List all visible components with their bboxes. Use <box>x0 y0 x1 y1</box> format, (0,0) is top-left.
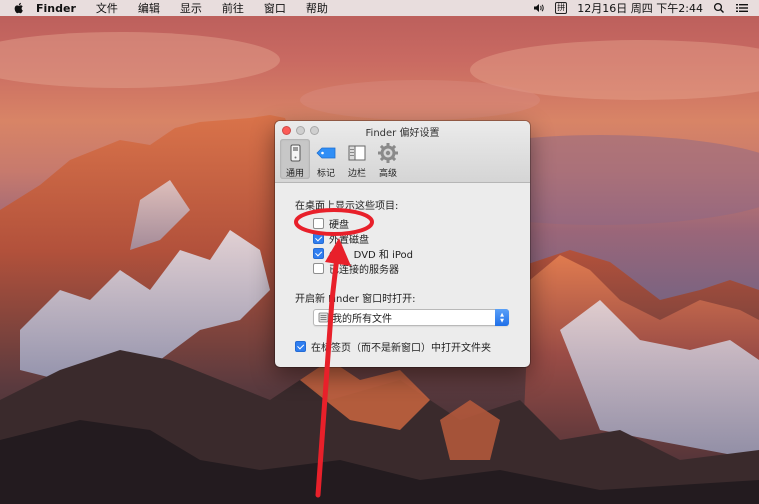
external-disks-checkbox[interactable] <box>313 233 324 244</box>
desktop-items-label: 在桌面上显示这些项目: <box>295 201 399 212</box>
all-files-icon <box>318 312 329 323</box>
menu-file[interactable]: 文件 <box>96 0 118 16</box>
external-disks-option[interactable]: 外置磁盘 <box>295 231 530 246</box>
cds-dvds-ipods-checkbox[interactable] <box>313 248 324 259</box>
new-window-target-value: 我的所有文件 <box>332 314 392 325</box>
gear-icon <box>378 143 398 163</box>
cds-dvds-ipods-option[interactable]: CD、DVD 和 iPod <box>295 246 530 261</box>
menu-app-finder[interactable]: Finder <box>36 2 76 15</box>
menu-bar: Finder 文件 编辑 显示 前往 窗口 帮助 拼 12月16日 周四 下午2… <box>0 0 759 16</box>
finder-preferences-window: Finder 偏好设置 通用 标记 边栏 高级 在桌面上显示这些项目: 硬盘 外… <box>275 121 530 367</box>
window-title: Finder 偏好设置 <box>365 128 440 139</box>
popup-stepper-icon: ▲ ▼ <box>495 309 509 326</box>
connected-servers-option[interactable]: 已连接的服务器 <box>295 261 530 276</box>
open-in-tabs-label: 在标签页（而不是新窗口）中打开文件夹 <box>311 343 491 354</box>
preferences-toolbar: 通用 标记 边栏 高级 <box>280 139 404 179</box>
menu-go[interactable]: 前往 <box>222 0 244 16</box>
tab-tags-label: 标记 <box>316 169 335 179</box>
menu-window[interactable]: 窗口 <box>264 0 286 16</box>
spotlight-search-icon[interactable] <box>713 2 725 14</box>
sidebar-icon <box>348 145 366 161</box>
tab-sidebar-label: 边栏 <box>347 169 366 179</box>
device-icon <box>290 144 301 162</box>
open-in-tabs-option[interactable]: 在标签页（而不是新窗口）中打开文件夹 <box>295 339 530 354</box>
connected-servers-checkbox[interactable] <box>313 263 324 274</box>
new-window-label: 开启新 Finder 窗口时打开: <box>295 294 416 305</box>
tag-icon <box>316 147 336 159</box>
volume-icon[interactable] <box>533 2 545 14</box>
apple-icon[interactable] <box>12 1 26 15</box>
hard-disks-option[interactable]: 硬盘 <box>295 216 530 231</box>
menu-view[interactable]: 显示 <box>180 0 202 16</box>
connected-servers-label: 已连接的服务器 <box>329 265 399 276</box>
general-pane: 在桌面上显示这些项目: 硬盘 外置磁盘 CD、DVD 和 iPod 已连接的服务… <box>275 183 530 354</box>
external-disks-label: 外置磁盘 <box>329 235 369 246</box>
menu-help[interactable]: 帮助 <box>306 0 328 16</box>
hard-disks-label: 硬盘 <box>329 220 349 231</box>
tab-tags[interactable]: 标记 <box>311 139 341 179</box>
input-method-badge[interactable]: 拼 <box>555 2 568 14</box>
tab-advanced-label: 高级 <box>378 169 397 179</box>
tab-general[interactable]: 通用 <box>280 139 310 179</box>
notification-center-icon[interactable] <box>735 2 749 14</box>
tab-general-label: 通用 <box>285 169 304 179</box>
cds-dvds-ipods-label: CD、DVD 和 iPod <box>329 250 414 261</box>
tab-advanced[interactable]: 高级 <box>373 139 403 179</box>
open-in-tabs-checkbox[interactable] <box>295 341 306 352</box>
hard-disks-checkbox[interactable] <box>313 218 324 229</box>
title-bar: Finder 偏好设置 通用 标记 边栏 高级 <box>275 121 530 183</box>
new-window-target-select[interactable]: 我的所有文件 ▲ ▼ <box>313 309 509 326</box>
clock[interactable]: 12月16日 周四 下午2:44 <box>577 0 703 16</box>
menu-edit[interactable]: 编辑 <box>138 0 160 16</box>
tab-sidebar[interactable]: 边栏 <box>342 139 372 179</box>
